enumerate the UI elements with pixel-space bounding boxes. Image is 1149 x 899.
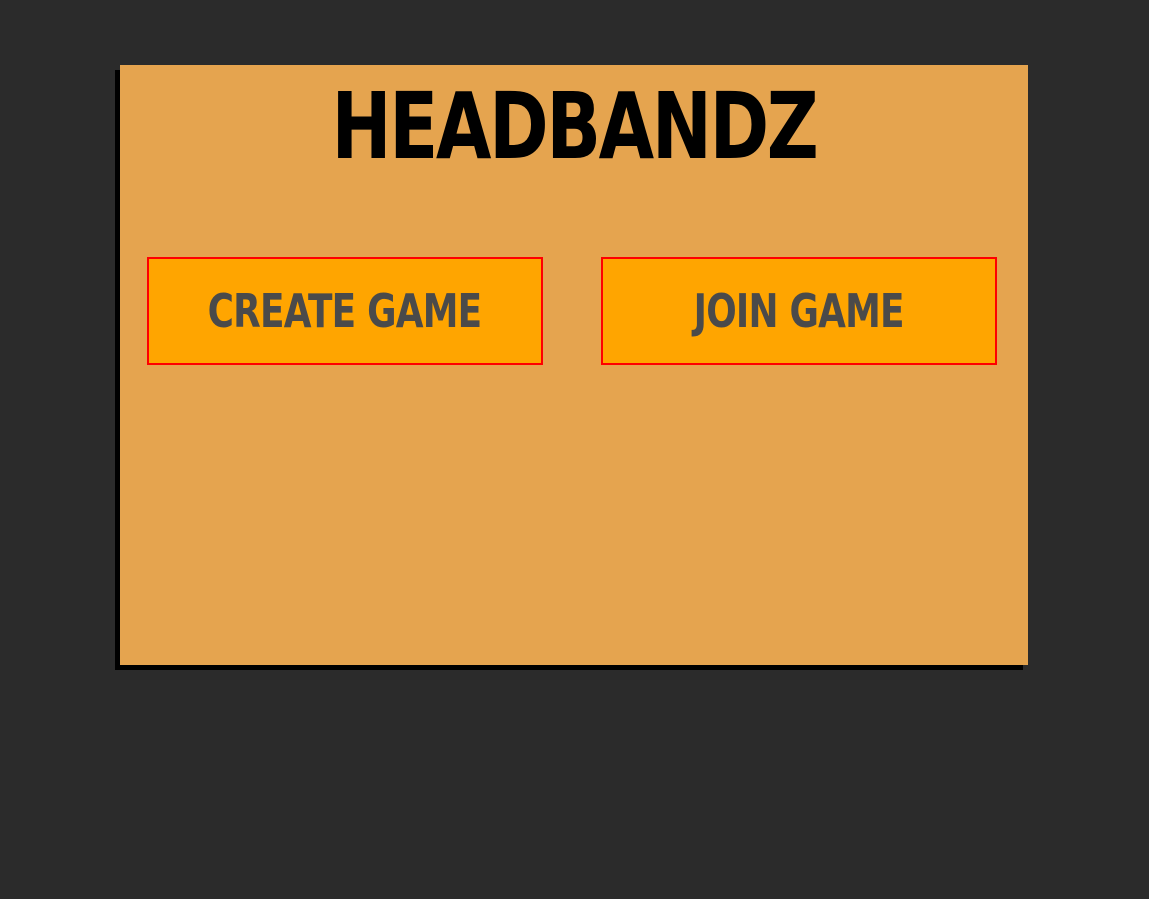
- create-game-label: CREATE GAME: [208, 284, 483, 338]
- create-game-button[interactable]: CREATE GAME: [147, 257, 543, 365]
- join-game-label: JOIN GAME: [693, 284, 905, 338]
- join-game-button[interactable]: JOIN GAME: [601, 257, 997, 365]
- game-title: HEADBANDZ: [331, 73, 818, 180]
- main-menu-panel: HEADBANDZ CREATE GAME JOIN GAME: [120, 65, 1028, 665]
- game-stage: HEADBANDZ CREATE GAME JOIN GAME: [0, 0, 1149, 899]
